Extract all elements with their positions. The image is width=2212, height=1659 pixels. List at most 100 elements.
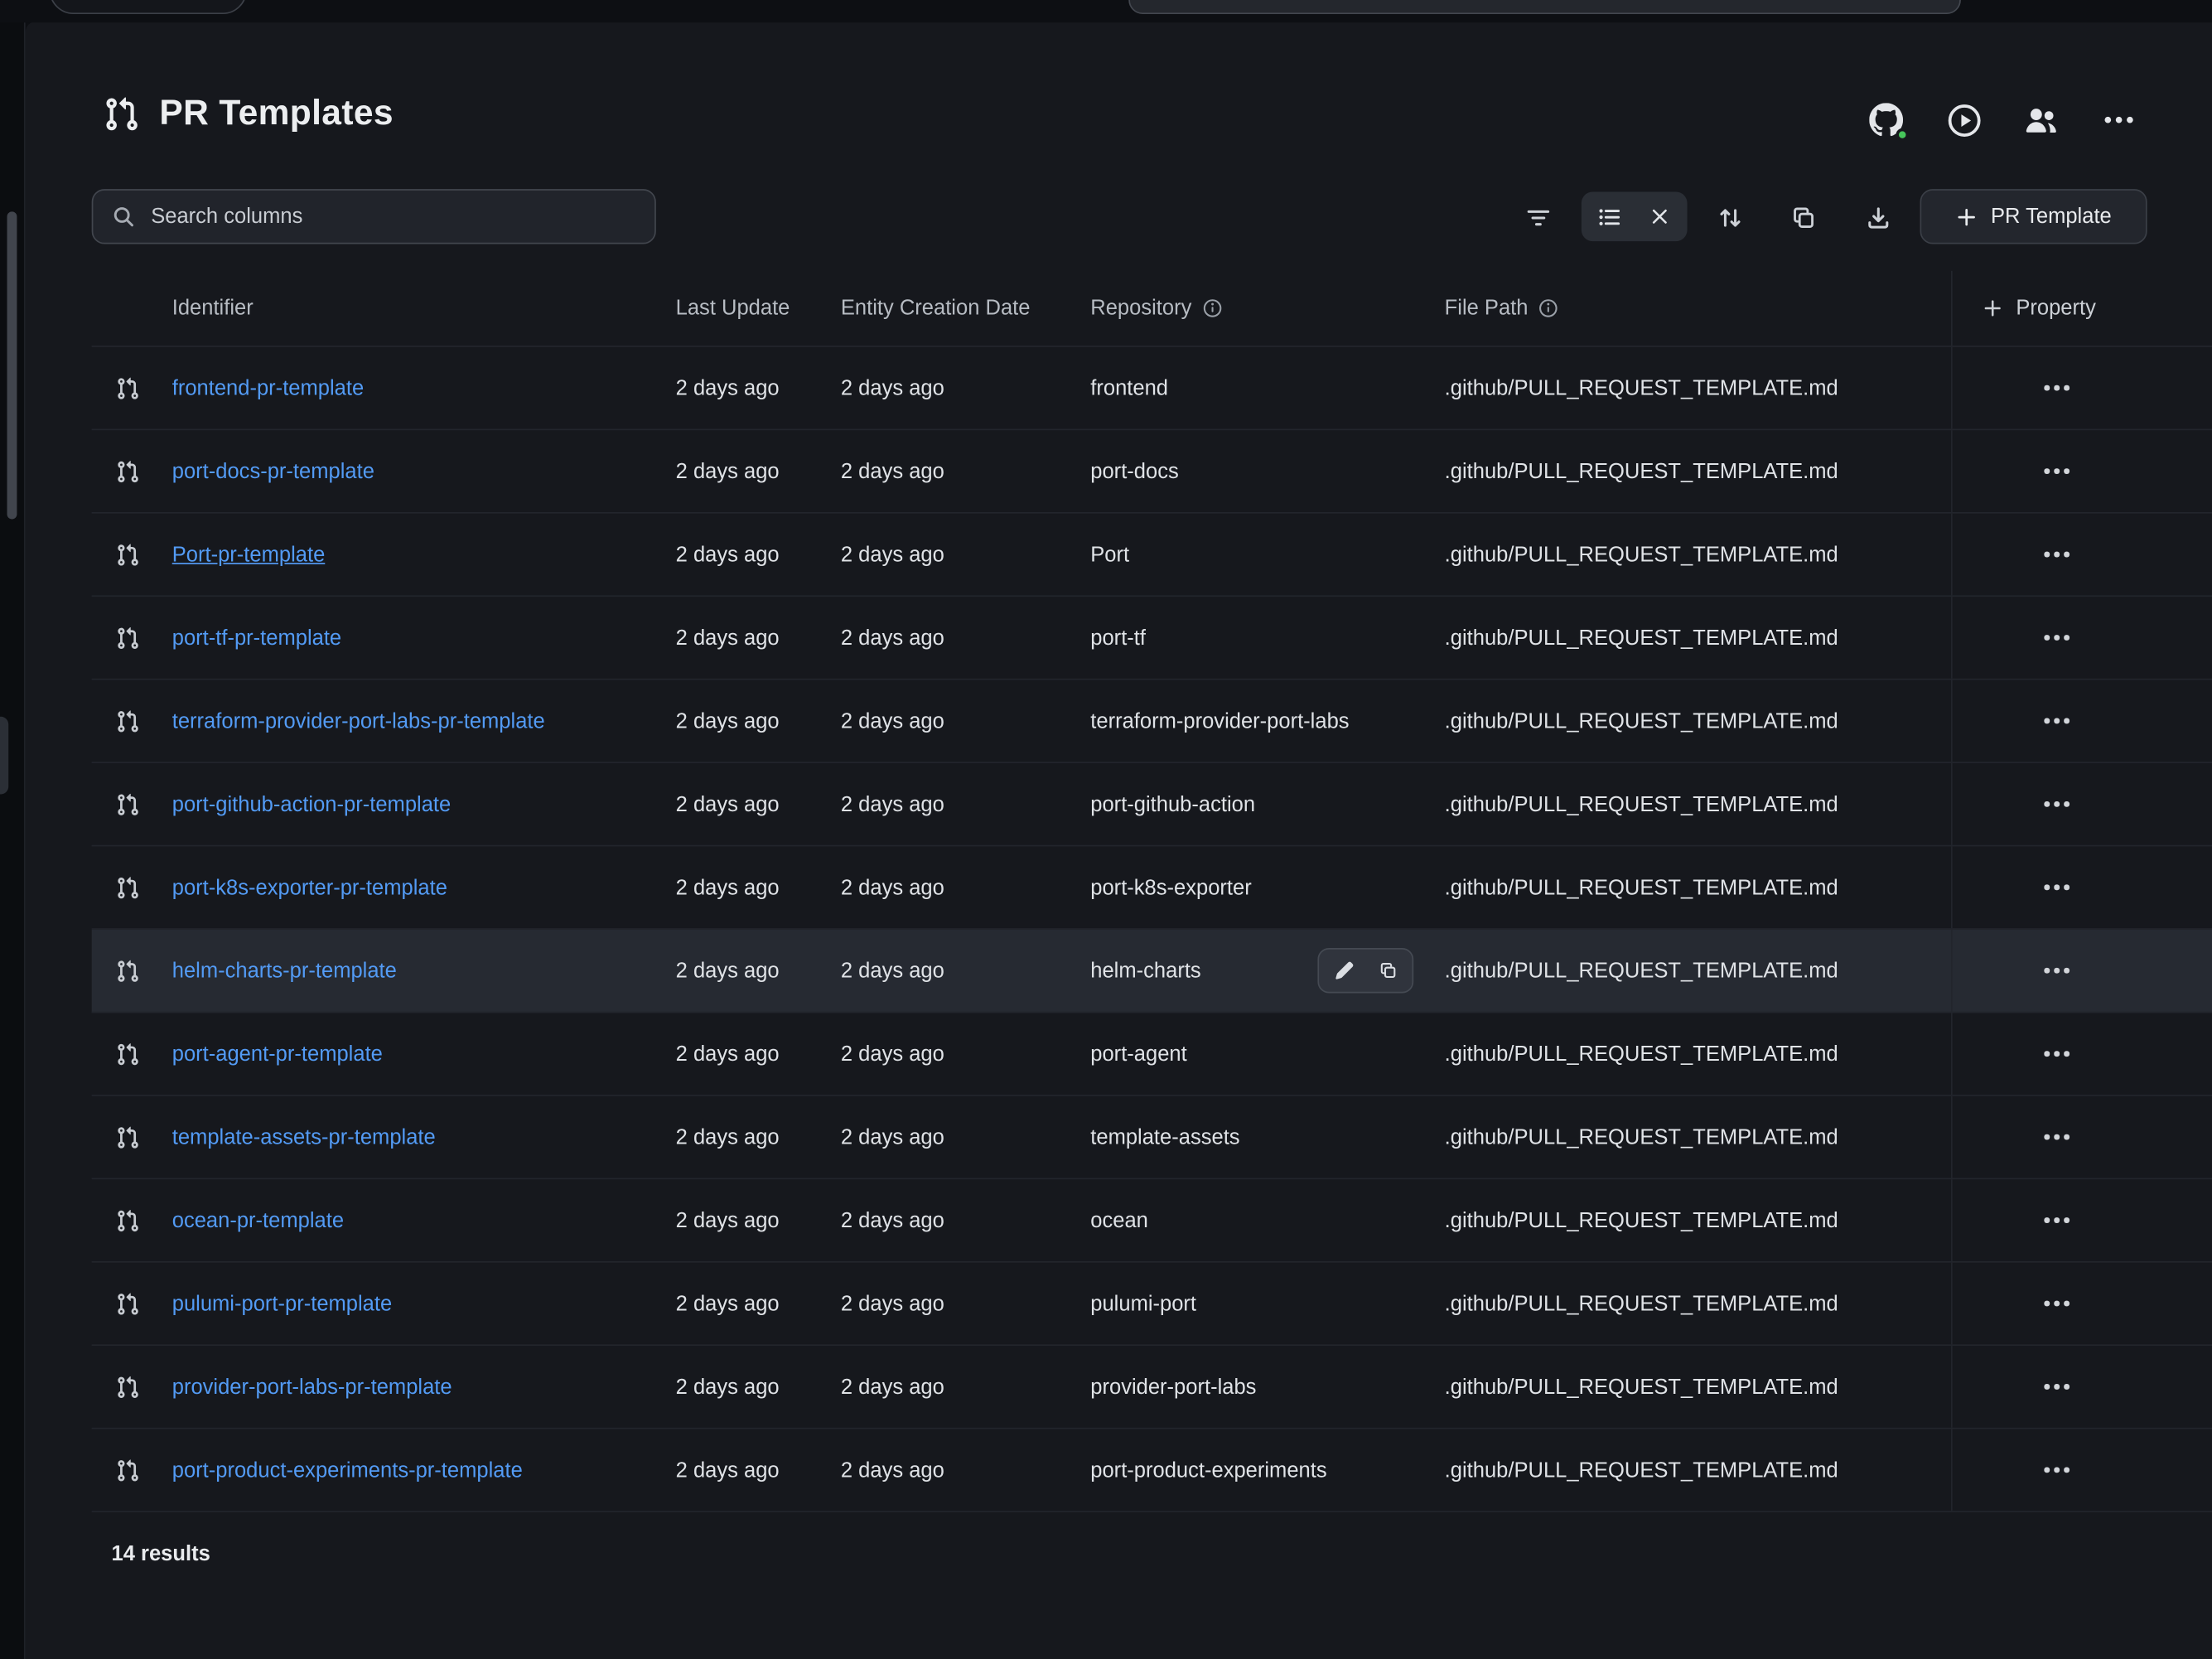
entity-creation-date-cell: 2 days ago <box>841 709 1090 733</box>
entity-creation-date-cell: 2 days ago <box>841 1208 1090 1232</box>
row-more-button[interactable] <box>2034 533 2079 575</box>
identifier-link[interactable]: pulumi-port-pr-template <box>172 1292 392 1316</box>
search-columns-input[interactable] <box>151 205 636 229</box>
page-header: PR Templates <box>103 93 394 133</box>
users-button[interactable] <box>2023 102 2060 138</box>
download-icon <box>1864 204 1891 230</box>
row-more-button[interactable] <box>2034 950 2079 992</box>
identifier-link[interactable]: port-product-experiments-pr-template <box>172 1458 523 1482</box>
row-more-button[interactable] <box>2034 783 2079 825</box>
more-options-button[interactable] <box>2100 102 2137 138</box>
table-row[interactable]: ocean-pr-template 2 days ago 2 days ago … <box>92 1179 2212 1262</box>
identifier-link[interactable]: ocean-pr-template <box>172 1208 344 1232</box>
row-more-button[interactable] <box>2034 617 2079 659</box>
identifier-link[interactable]: provider-port-labs-pr-template <box>172 1375 452 1399</box>
pull-request-icon <box>92 1125 172 1149</box>
table-row[interactable]: template-assets-pr-template 2 days ago 2… <box>92 1096 2212 1179</box>
column-header-identifier[interactable]: Identifier <box>172 296 676 320</box>
info-icon[interactable] <box>1538 297 1559 319</box>
identifier-link[interactable]: port-github-action-pr-template <box>172 792 451 816</box>
table-row[interactable]: port-k8s-exporter-pr-template 2 days ago… <box>92 846 2212 929</box>
identifier-link[interactable]: Port-pr-template <box>172 543 326 567</box>
file-path-cell: .github/PULL_REQUEST_TEMPLATE.md <box>1445 459 1951 483</box>
last-update-cell: 2 days ago <box>676 459 841 483</box>
row-more-button[interactable] <box>2034 699 2079 742</box>
add-property-button[interactable]: Property <box>1951 271 2212 346</box>
copy-table-button[interactable] <box>1783 199 1823 235</box>
identifier-link[interactable]: terraform-provider-port-labs-pr-template <box>172 709 545 733</box>
copy-icon <box>1378 960 1398 980</box>
identifier-link[interactable]: frontend-pr-template <box>172 376 364 400</box>
table-row[interactable]: helm-charts-pr-template 2 days ago 2 day… <box>92 930 2212 1013</box>
row-more-button[interactable] <box>2034 450 2079 492</box>
pull-request-icon <box>92 875 172 899</box>
search-columns-box[interactable] <box>92 189 656 244</box>
identifier-link[interactable]: port-agent-pr-template <box>172 1042 383 1066</box>
row-more-button[interactable] <box>2034 1116 2079 1158</box>
repository-cell: port-tf <box>1090 626 1146 650</box>
table-row[interactable]: port-product-experiments-pr-template 2 d… <box>92 1429 2212 1512</box>
left-rail <box>0 0 26 1659</box>
sort-button[interactable] <box>1710 199 1750 235</box>
pull-request-icon <box>92 1375 172 1399</box>
github-button[interactable] <box>1868 102 1905 138</box>
download-button[interactable] <box>1858 199 1898 235</box>
column-header-file-path[interactable]: File Path <box>1445 296 1951 320</box>
scrollbar-thumb[interactable] <box>7 211 17 519</box>
rail-active-indicator <box>0 717 8 795</box>
repository-cell: Port <box>1090 543 1129 567</box>
column-header-entity-creation-date[interactable]: Entity Creation Date <box>841 296 1090 320</box>
copy-value-button[interactable] <box>1367 954 1408 988</box>
table-row[interactable]: provider-port-labs-pr-template 2 days ag… <box>92 1346 2212 1429</box>
table-row[interactable]: frontend-pr-template 2 days ago 2 days a… <box>92 347 2212 430</box>
filter-button[interactable] <box>1518 199 1558 235</box>
table-row[interactable]: port-tf-pr-template 2 days ago 2 days ag… <box>92 597 2212 680</box>
identifier-link[interactable]: helm-charts-pr-template <box>172 959 397 983</box>
row-more-button[interactable] <box>2034 866 2079 908</box>
pull-request-icon <box>92 1292 172 1316</box>
table-row[interactable]: port-docs-pr-template 2 days ago 2 days … <box>92 430 2212 513</box>
file-path-cell: .github/PULL_REQUEST_TEMPLATE.md <box>1445 1208 1951 1232</box>
entity-creation-date-cell: 2 days ago <box>841 543 1090 567</box>
column-header-last-update[interactable]: Last Update <box>676 296 841 320</box>
top-bar <box>0 0 2212 22</box>
last-update-cell: 2 days ago <box>676 543 841 567</box>
row-more-button[interactable] <box>2034 367 2079 409</box>
file-path-cell: .github/PULL_REQUEST_TEMPLATE.md <box>1445 1125 1951 1149</box>
table-row[interactable]: port-agent-pr-template 2 days ago 2 days… <box>92 1013 2212 1096</box>
last-update-cell: 2 days ago <box>676 959 841 983</box>
clear-grouping-button[interactable] <box>1638 196 1680 236</box>
group-list-button[interactable] <box>1588 196 1630 236</box>
global-search-bar[interactable] <box>1128 0 1961 14</box>
last-update-cell: 2 days ago <box>676 1042 841 1066</box>
row-more-button[interactable] <box>2034 1282 2079 1324</box>
repository-cell: port-k8s-exporter <box>1090 875 1251 899</box>
entity-creation-date-cell: 2 days ago <box>841 376 1090 400</box>
last-update-cell: 2 days ago <box>676 1125 841 1149</box>
identifier-link[interactable]: template-assets-pr-template <box>172 1125 436 1149</box>
filter-icon <box>1524 204 1551 230</box>
table-row[interactable]: Port-pr-template 2 days ago 2 days ago P… <box>92 514 2212 597</box>
row-more-button[interactable] <box>2034 1033 2079 1075</box>
identifier-link[interactable]: port-k8s-exporter-pr-template <box>172 875 447 899</box>
column-header-repository[interactable]: Repository <box>1090 296 1444 320</box>
identifier-link[interactable]: port-docs-pr-template <box>172 459 374 483</box>
table-row[interactable]: terraform-provider-port-labs-pr-template… <box>92 680 2212 763</box>
identifier-link[interactable]: port-tf-pr-template <box>172 626 341 650</box>
table-row[interactable]: pulumi-port-pr-template 2 days ago 2 day… <box>92 1263 2212 1346</box>
row-more-button[interactable] <box>2034 1199 2079 1241</box>
pull-request-icon <box>92 459 172 483</box>
info-icon[interactable] <box>1201 297 1223 319</box>
row-more-button[interactable] <box>2034 1449 2079 1491</box>
file-path-cell: .github/PULL_REQUEST_TEMPLATE.md <box>1445 1292 1951 1316</box>
edit-button[interactable] <box>1323 954 1364 988</box>
table-row[interactable]: port-github-action-pr-template 2 days ag… <box>92 763 2212 846</box>
row-more-button[interactable] <box>2034 1366 2079 1408</box>
add-pr-template-button[interactable]: PR Template <box>1920 189 2147 244</box>
pull-request-icon <box>92 1208 172 1232</box>
entity-creation-date-cell: 2 days ago <box>841 792 1090 816</box>
pull-request-icon <box>92 1042 172 1066</box>
play-button[interactable] <box>1945 102 1982 138</box>
topbar-button[interactable] <box>50 0 247 14</box>
repository-cell: terraform-provider-port-labs <box>1090 709 1349 733</box>
